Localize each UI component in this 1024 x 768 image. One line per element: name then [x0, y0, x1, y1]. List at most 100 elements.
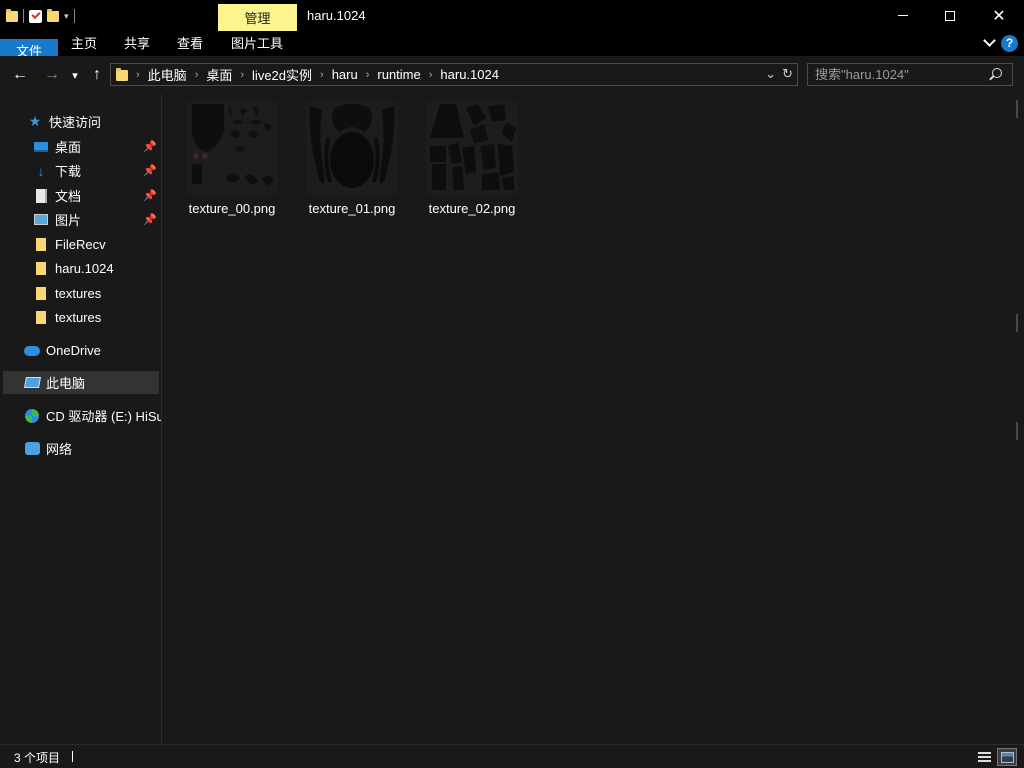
texture-thumbnail-graphic	[430, 104, 516, 190]
search-input[interactable]	[807, 63, 1013, 86]
tab-share[interactable]: 共享	[113, 31, 161, 56]
folder-icon	[36, 238, 46, 251]
folder-icon	[36, 287, 46, 300]
file-item[interactable]: texture_00.png	[178, 102, 286, 222]
refresh-icon[interactable]: ↻	[782, 66, 793, 82]
sidebar-item-textures[interactable]: textures	[0, 282, 161, 305]
image-thumbnail	[306, 102, 398, 194]
address-bar[interactable]: › 此电脑 › 桌面 › live2d实例 › haru › runtime ›…	[110, 63, 798, 86]
sidebar-item-cd-drive[interactable]: CD 驱动器 (E:) HiSuite	[0, 404, 161, 427]
tab-home[interactable]: 主页	[60, 31, 108, 56]
sidebar-item-label: FileRecv	[55, 237, 106, 252]
tab-view[interactable]: 查看	[166, 31, 214, 56]
tab-picture-tools[interactable]: 图片工具	[220, 31, 294, 56]
sidebar-item-filerecv[interactable]: FileRecv	[0, 233, 161, 256]
network-icon	[24, 442, 40, 455]
sidebar-item-haru-1024[interactable]: haru.1024	[0, 257, 161, 280]
arrow-left-icon: ←	[12, 66, 28, 83]
sidebar-item-label: 此电脑	[46, 376, 86, 391]
document-icon	[35, 188, 47, 203]
sidebar-item-onedrive[interactable]: OneDrive	[0, 339, 161, 362]
sidebar-item-quick-access[interactable]: ★ 快速访问	[0, 110, 161, 133]
folder-icon	[36, 262, 46, 275]
large-icons-view-button[interactable]	[997, 748, 1017, 766]
sidebar-item-label: 下载	[55, 164, 82, 179]
sidebar-item-downloads[interactable]: ↓ 下载 📌	[0, 159, 161, 182]
sidebar-item-label: 快速访问	[49, 115, 102, 130]
arrow-right-icon: →	[44, 66, 60, 83]
pin-icon[interactable]: 📌	[143, 140, 157, 153]
window-title: haru.1024	[307, 8, 366, 23]
sidebar-item-label: OneDrive	[46, 343, 101, 358]
new-folder-icon[interactable]	[47, 8, 59, 22]
breadcrumb-haru[interactable]: haru	[332, 67, 358, 82]
recent-locations-button[interactable]: ▾	[68, 64, 82, 86]
computer-icon	[23, 377, 41, 388]
vertical-scrollbar[interactable]	[1016, 100, 1018, 740]
help-icon[interactable]: ?	[1001, 35, 1018, 52]
sidebar-item-documents[interactable]: 文档 📌	[0, 184, 161, 207]
maximize-button[interactable]	[927, 0, 973, 31]
folder-icon	[6, 8, 18, 22]
arrow-up-icon: ↑	[93, 66, 101, 83]
sidebar-item-this-pc[interactable]: 此电脑	[3, 371, 159, 394]
download-icon: ↓	[37, 162, 45, 179]
chevron-right-icon[interactable]: ›	[136, 69, 140, 81]
pin-icon[interactable]: 📌	[143, 189, 157, 202]
properties-icon[interactable]	[29, 9, 42, 23]
status-bar: 3 个项目	[0, 744, 1024, 768]
chevron-right-icon[interactable]: ›	[366, 69, 370, 81]
ribbon-tabs: 文件 主页 共享 查看 图片工具 ?	[0, 31, 1024, 159]
texture-thumbnail-graphic	[309, 104, 395, 188]
image-thumbnail	[186, 102, 278, 194]
breadcrumb-live2d[interactable]: live2d实例	[252, 65, 312, 84]
pin-icon[interactable]: 📌	[143, 213, 157, 226]
search-icon[interactable]	[992, 68, 1002, 78]
breadcrumb-haru-1024[interactable]: haru.1024	[440, 67, 499, 82]
minimize-button[interactable]	[880, 0, 926, 31]
desktop-icon	[34, 141, 48, 152]
sidebar-item-textures[interactable]: textures	[0, 306, 161, 329]
customize-toolbar-dropdown-icon[interactable]: ▾	[64, 11, 69, 22]
image-thumbnail	[426, 102, 518, 194]
details-view-button[interactable]	[974, 748, 994, 766]
back-button[interactable]: ←	[10, 64, 30, 86]
sidebar-item-pictures[interactable]: 图片 📌	[0, 208, 161, 231]
sidebar-item-network[interactable]: 网络	[0, 437, 161, 460]
breadcrumb-desktop[interactable]: 桌面	[206, 65, 232, 84]
sidebar-item-label: textures	[55, 286, 102, 301]
chevron-right-icon[interactable]: ›	[195, 69, 199, 81]
chevron-right-icon[interactable]: ›	[240, 69, 244, 81]
file-item[interactable]: texture_01.png	[298, 102, 406, 222]
chevron-right-icon[interactable]: ›	[320, 69, 324, 81]
pin-icon[interactable]: 📌	[143, 164, 157, 177]
status-separator	[72, 751, 73, 762]
breadcrumb-runtime[interactable]: runtime	[377, 67, 420, 82]
folder-icon	[36, 311, 46, 324]
up-button[interactable]: ↑	[88, 64, 106, 86]
sidebar-item-label: 网络	[46, 442, 73, 457]
sidebar-item-label: haru.1024	[55, 261, 114, 276]
separator	[73, 9, 75, 23]
expand-ribbon-chevron-icon[interactable]	[983, 34, 996, 47]
cd-drive-icon	[25, 408, 39, 423]
navigation-pane[interactable]: ★ 快速访问 桌面 📌 ↓ 下载 📌 文档 📌 图片 📌 FileRecv ha…	[0, 94, 161, 744]
address-history-chevron-icon[interactable]: ⌄	[765, 66, 776, 82]
sidebar-item-desktop[interactable]: 桌面 📌	[0, 135, 161, 158]
quick-access-toolbar: ▾	[6, 6, 75, 26]
file-item[interactable]: texture_02.png	[418, 102, 526, 222]
item-count: 3 个项目	[14, 751, 61, 765]
scrollbar-segment	[1016, 422, 1018, 440]
close-button[interactable]: ✕	[976, 0, 1022, 31]
chevron-right-icon[interactable]: ›	[429, 69, 433, 81]
onedrive-cloud-icon	[24, 345, 40, 356]
scrollbar-segment	[1016, 314, 1018, 332]
breadcrumb-this-pc[interactable]: 此电脑	[148, 65, 187, 84]
star-icon: ★	[28, 113, 42, 129]
manage-tab[interactable]: 管理	[218, 4, 297, 31]
file-list[interactable]: texture_00.png texture_01.png texture_02…	[162, 94, 1024, 744]
scrollbar-segment	[1016, 100, 1018, 118]
forward-button[interactable]: →	[42, 64, 62, 86]
title-bar: ▾ 管理 haru.1024 ✕	[0, 0, 1024, 31]
address-row: ← → ▾ ↑ › 此电脑 › 桌面 › live2d实例 › haru › r…	[0, 56, 1024, 94]
